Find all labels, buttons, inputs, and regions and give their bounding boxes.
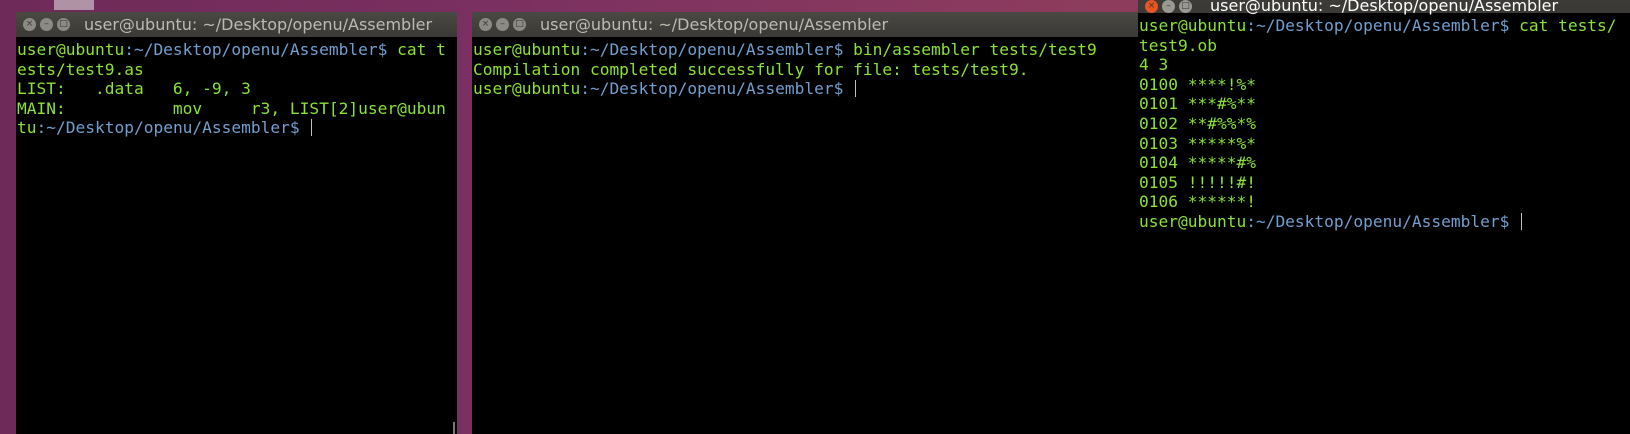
window-title: user@ubuntu: ~/Desktop/openu/Assembler: [1210, 0, 1559, 15]
prompt-path: :~/Desktop/openu/Assembler$: [124, 40, 388, 59]
output-line: 0105 !!!!!#!: [1139, 172, 1256, 192]
prompt-user: user@ubuntu: [1139, 16, 1247, 35]
terminal-output[interactable]: user@ubuntu:~/Desktop/openu/Assembler$ c…: [1138, 13, 1630, 232]
output-line: 0101 ***#%**: [1139, 94, 1256, 114]
titlebar[interactable]: × – □ user@ubuntu: ~/Desktop/openu/Assem…: [16, 12, 457, 37]
minimize-icon[interactable]: –: [1162, 0, 1175, 13]
output-line: 0103 *****%*: [1139, 133, 1256, 153]
command-text-wrap: ests/test9.as: [17, 59, 144, 79]
prompt-path: :~/Desktop/openu/Assembler$: [580, 40, 844, 59]
prompt-path: :~/Desktop/openu/Assembler$: [36, 118, 300, 138]
close-icon[interactable]: ×: [479, 18, 492, 31]
close-icon[interactable]: ×: [1145, 0, 1158, 13]
command-text: cat tests/: [1509, 16, 1617, 35]
titlebar[interactable]: × – □ user@ubuntu: ~/Desktop/openu/Assem…: [472, 12, 1138, 37]
command-text: bin/assembler tests/test9: [843, 40, 1097, 59]
desktop-icon: [54, 0, 94, 10]
command-text-wrap: test9.ob: [1139, 35, 1217, 55]
prompt-user: user@ubuntu: [1139, 211, 1247, 231]
prompt-user: user@ubun: [358, 98, 446, 118]
text-cursor: [311, 119, 313, 137]
text-cursor: [855, 80, 857, 98]
maximize-icon[interactable]: □: [513, 18, 526, 31]
maximize-icon[interactable]: □: [57, 18, 70, 31]
titlebar[interactable]: × – □ user@ubuntu: ~/Desktop/openu/Assem…: [1138, 0, 1630, 15]
scrollbar[interactable]: [453, 422, 455, 434]
output-line: 0104 *****#%: [1139, 153, 1256, 173]
prompt-user: user@ubuntu: [473, 79, 581, 99]
output-line: 0100 ****!%*: [1139, 74, 1256, 94]
terminal-window-middle[interactable]: × – □ user@ubuntu: ~/Desktop/openu/Assem…: [472, 12, 1138, 434]
prompt-path: :~/Desktop/openu/Assembler$: [1246, 211, 1510, 231]
command-text: cat t: [387, 40, 446, 59]
terminal-output[interactable]: user@ubuntu:~/Desktop/openu/Assembler$ c…: [16, 37, 457, 138]
window-title: user@ubuntu: ~/Desktop/openu/Assembler: [84, 15, 433, 34]
prompt-path: :~/Desktop/openu/Assembler$: [580, 79, 844, 99]
output-line: 0106 ******!: [1139, 192, 1256, 212]
prompt-user-wrap: tu: [17, 118, 37, 138]
terminal-window-left[interactable]: × – □ user@ubuntu: ~/Desktop/openu/Assem…: [16, 12, 457, 434]
text-cursor: [1521, 212, 1523, 230]
terminal-window-right[interactable]: × – □ user@ubuntu: ~/Desktop/openu/Assem…: [1138, 0, 1630, 434]
minimize-icon[interactable]: –: [496, 18, 509, 31]
maximize-icon[interactable]: □: [1179, 0, 1192, 13]
terminal-output[interactable]: user@ubuntu:~/Desktop/openu/Assembler$ b…: [472, 37, 1138, 99]
minimize-icon[interactable]: –: [40, 18, 53, 31]
prompt-user: user@ubuntu: [17, 40, 125, 59]
output-line: 0102 **#%%*%: [1139, 113, 1256, 133]
output-line: MAIN: mov r3, LIST[2]: [17, 98, 359, 118]
prompt-path: :~/Desktop/openu/Assembler$: [1246, 16, 1510, 35]
output-line: 4 3: [1139, 55, 1169, 75]
prompt-user: user@ubuntu: [473, 40, 581, 59]
window-title: user@ubuntu: ~/Desktop/openu/Assembler: [540, 15, 889, 34]
close-icon[interactable]: ×: [23, 18, 36, 31]
output-line: Compilation completed successfully for f…: [473, 59, 1029, 79]
output-line: LIST: .data 6, -9, 3: [17, 79, 251, 99]
